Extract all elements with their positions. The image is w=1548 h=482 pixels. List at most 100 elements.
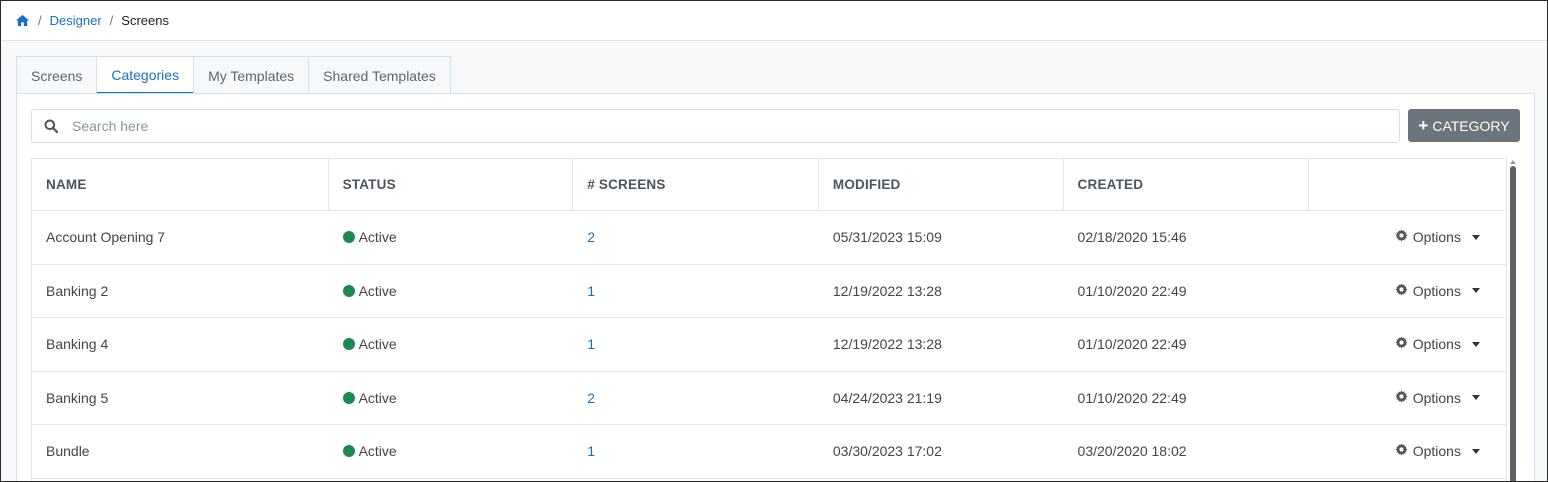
status-label: Active (358, 389, 397, 406)
gear-icon (1395, 283, 1408, 299)
cell-created: 03/20/2020 18:02 (1077, 443, 1187, 460)
screens-count: 1 (587, 443, 596, 460)
caret-down-icon (1471, 341, 1480, 347)
cell-screens: 1 (573, 425, 819, 478)
options-label: Options (1412, 229, 1461, 246)
cell-screens: 2 (573, 372, 819, 425)
status-active-icon (342, 338, 355, 351)
tab-screens[interactable]: Screens (16, 56, 98, 94)
caret-down-icon (1471, 395, 1480, 401)
options-label: Options (1412, 336, 1461, 353)
cell-actions: Options (1309, 372, 1506, 425)
gear-icon (1395, 336, 1408, 352)
cell-status: Active (329, 318, 574, 371)
add-category-label: CATEGORY (1432, 117, 1510, 134)
categories-panel: + CATEGORY NAME STATUS # SCREENS MODIFIE… (16, 93, 1535, 481)
search-icon (32, 110, 70, 142)
options-dropdown[interactable]: Options (1395, 390, 1480, 406)
cell-modified: 03/30/2023 17:02 (832, 443, 942, 460)
status-active-icon (342, 284, 355, 297)
breadcrumb-separator: / (109, 13, 114, 28)
options-dropdown[interactable]: Options (1395, 229, 1480, 245)
caret-down-icon (1471, 234, 1480, 240)
cell-actions: Options (1309, 425, 1506, 478)
column-header-screens[interactable]: # SCREENS (573, 159, 819, 210)
cell-screens: 2 (573, 211, 819, 264)
column-header-actions (1309, 159, 1506, 210)
cell-created: 01/10/2020 22:49 (1077, 336, 1187, 353)
cell-created: 01/10/2020 22:49 (1077, 389, 1187, 406)
cell-name: Banking 5 (46, 389, 109, 406)
cell-modified: 12/19/2022 13:28 (832, 282, 942, 299)
breadcrumb-current: Screens (121, 13, 169, 28)
search-input[interactable] (70, 111, 1399, 141)
cell-status: Active (329, 211, 574, 264)
table-row: Banking 2 Active 1 12/19/2022 13:28 01/1… (32, 265, 1506, 318)
add-category-button[interactable]: + CATEGORY (1408, 109, 1520, 142)
search-box (31, 109, 1400, 143)
options-label: Options (1412, 443, 1461, 460)
column-header-name[interactable]: NAME (32, 159, 329, 210)
column-header-created[interactable]: CREATED (1064, 159, 1310, 210)
column-header-status[interactable]: STATUS (329, 159, 574, 210)
options-dropdown[interactable]: Options (1395, 336, 1480, 352)
options-dropdown[interactable]: Options (1395, 443, 1480, 459)
cell-name: Account Opening 7 (46, 229, 166, 246)
breadcrumb-designer-link[interactable]: Designer (50, 13, 102, 28)
cell-modified: 04/24/2023 21:19 (832, 389, 942, 406)
gear-icon (1395, 443, 1408, 459)
caret-down-icon (1471, 288, 1480, 294)
cell-name: Bundle (46, 443, 90, 460)
scroll-up-arrow-icon[interactable] (1510, 160, 1516, 164)
home-icon[interactable] (15, 14, 30, 28)
table-row: Banking 5 Active 2 04/24/2023 21:19 01/1… (32, 372, 1506, 425)
cell-screens: 1 (573, 265, 819, 318)
table-header: NAME STATUS # SCREENS MODIFIED CREATED (32, 159, 1506, 211)
categories-table: NAME STATUS # SCREENS MODIFIED CREATED A… (31, 158, 1507, 481)
gear-icon (1395, 229, 1408, 245)
tab-shared-templates[interactable]: Shared Templates (308, 56, 451, 94)
screens-count: 2 (587, 389, 596, 406)
options-label: Options (1412, 389, 1461, 406)
cell-name: Banking 4 (46, 336, 109, 353)
screens-count: 2 (587, 229, 596, 246)
options-label: Options (1412, 282, 1461, 299)
tab-categories[interactable]: Categories (96, 56, 195, 94)
table-row: Bundle Active 1 03/30/2023 17:02 03/20/2… (32, 425, 1506, 479)
status-label: Active (358, 336, 397, 353)
status-label: Active (358, 443, 397, 460)
breadcrumb: / Designer / Screens (1, 1, 1547, 41)
status-active-icon (342, 391, 355, 404)
table-row: Banking 4 Active 1 12/19/2022 13:28 01/1… (32, 318, 1506, 372)
screens-count: 1 (587, 336, 596, 353)
tab-my-templates[interactable]: My Templates (193, 56, 310, 94)
status-label: Active (358, 282, 397, 299)
cell-status: Active (329, 372, 574, 425)
gear-icon (1395, 390, 1408, 406)
cell-actions: Options (1309, 318, 1506, 371)
cell-created: 02/18/2020 15:46 (1077, 229, 1187, 246)
breadcrumb-separator: / (38, 13, 42, 28)
cell-actions: Options (1309, 211, 1506, 264)
scrollbar-thumb[interactable] (1510, 166, 1516, 481)
table-row: Account Opening 7 Active 2 05/31/2023 15… (32, 211, 1506, 265)
app-frame: / Designer / Screens Screens Categories … (0, 0, 1548, 482)
cell-screens: 1 (573, 318, 819, 371)
options-dropdown[interactable]: Options (1395, 283, 1480, 299)
caret-down-icon (1471, 448, 1480, 454)
plus-icon: + (1418, 116, 1429, 135)
status-active-icon (342, 445, 355, 458)
cell-status: Active (329, 425, 574, 478)
cell-created: 01/10/2020 22:49 (1077, 282, 1187, 299)
cell-modified: 05/31/2023 15:09 (832, 229, 942, 246)
cell-actions: Options (1309, 265, 1506, 318)
column-header-modified[interactable]: MODIFIED (819, 159, 1064, 210)
status-active-icon (342, 231, 355, 244)
cell-modified: 12/19/2022 13:28 (832, 336, 942, 353)
table-scrollbar[interactable] (1509, 160, 1517, 481)
tab-bar: Screens Categories My Templates Shared T… (16, 56, 451, 94)
cell-name: Banking 2 (46, 282, 109, 299)
cell-status: Active (329, 265, 574, 318)
screens-count: 1 (587, 282, 596, 299)
status-label: Active (358, 229, 397, 246)
